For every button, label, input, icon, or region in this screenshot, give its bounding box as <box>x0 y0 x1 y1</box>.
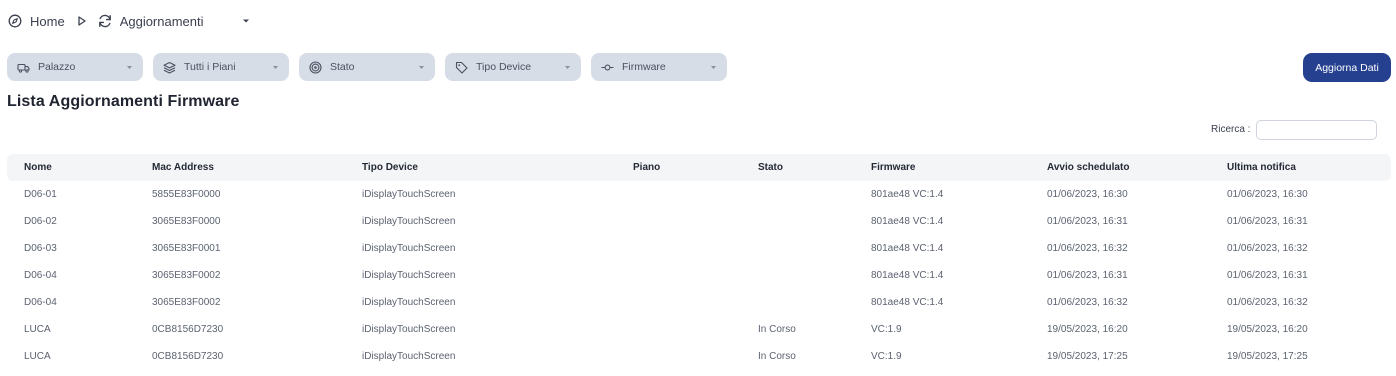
cell-nome: D06-03 <box>24 243 57 254</box>
cell-mac-address: 3065E83F0002 <box>152 297 221 308</box>
cell-mac-address: 3065E83F0000 <box>152 216 221 227</box>
firmware-updates-table: Nome Mac Address Tipo Device Piano Stato… <box>7 154 1391 370</box>
column-header-ultima-notifica[interactable]: Ultima notifica <box>1227 154 1296 181</box>
cell-ultima-notifica: 01/06/2023, 16:31 <box>1227 216 1308 227</box>
refresh-data-button[interactable]: Aggiorna Dati <box>1303 53 1391 82</box>
cell-tipo-device: iDisplayTouchScreen <box>362 189 456 200</box>
cell-stato: In Corso <box>758 324 796 335</box>
cell-avvio-schedulato: 01/06/2023, 16:31 <box>1047 270 1128 281</box>
filter-bar: Palazzo Tutti i Piani Stato Tipo Device … <box>7 53 727 81</box>
cell-nome: LUCA <box>24 324 51 335</box>
table-row[interactable]: D06-04 3065E83F0002 iDisplayTouchScreen 801… <box>7 262 1391 289</box>
cell-tipo-device: iDisplayTouchScreen <box>362 216 456 227</box>
filter-label: Tipo Device <box>476 61 532 73</box>
filter-piani[interactable]: Tutti i Piani <box>153 53 289 81</box>
cell-ultima-notifica: 01/06/2023, 16:32 <box>1227 297 1308 308</box>
cell-tipo-device: iDisplayTouchScreen <box>362 297 456 308</box>
page-title: Lista Aggiornamenti Firmware <box>7 93 240 110</box>
tag-icon <box>455 61 468 74</box>
cell-avvio-schedulato: 01/06/2023, 16:32 <box>1047 297 1128 308</box>
breadcrumb-current: Aggiornamenti <box>119 13 204 29</box>
cell-nome: LUCA <box>24 351 51 362</box>
cell-tipo-device: iDisplayTouchScreen <box>362 270 456 281</box>
cell-mac-address: 5855E83F0000 <box>152 189 221 200</box>
cell-ultima-notifica: 01/06/2023, 16:30 <box>1227 189 1308 200</box>
cell-avvio-schedulato: 01/06/2023, 16:30 <box>1047 189 1128 200</box>
table-row[interactable]: D06-03 3065E83F0001 iDisplayTouchScreen 801… <box>7 235 1391 262</box>
refresh-icon <box>97 13 113 29</box>
cell-tipo-device: iDisplayTouchScreen <box>362 351 456 362</box>
cell-tipo-device: iDisplayTouchScreen <box>362 243 456 254</box>
table-body: D06-01 5855E83F0000 iDisplayTouchScreen 801… <box>7 181 1391 370</box>
chevron-down-icon <box>564 65 571 70</box>
column-header-mac-address[interactable]: Mac Address <box>152 154 214 181</box>
cell-firmware: 801ae48 VC:1.4 <box>871 297 944 308</box>
cell-nome: D06-04 <box>24 297 57 308</box>
cell-nome: D06-04 <box>24 270 57 281</box>
cell-ultima-notifica: 01/06/2023, 16:31 <box>1227 270 1308 281</box>
breadcrumb: Home Aggiornamenti <box>8 12 250 30</box>
filter-firmware[interactable]: Firmware <box>591 53 727 81</box>
chevron-down-icon <box>126 65 133 70</box>
target-icon <box>309 60 322 74</box>
table-row[interactable]: D06-01 5855E83F0000 iDisplayTouchScreen 801… <box>7 181 1391 208</box>
cell-ultima-notifica: 19/05/2023, 17:25 <box>1227 351 1308 362</box>
cell-mac-address: 3065E83F0002 <box>152 270 221 281</box>
cell-firmware: VC:1.9 <box>871 324 902 335</box>
chevron-down-icon <box>710 65 717 70</box>
cell-avvio-schedulato: 19/05/2023, 16:20 <box>1047 324 1128 335</box>
chevron-down-icon[interactable] <box>242 18 250 24</box>
table-row[interactable]: D06-04 3065E83F0002 iDisplayTouchScreen 801… <box>7 289 1391 316</box>
truck-icon <box>17 61 30 74</box>
chevron-down-icon <box>418 65 425 70</box>
column-header-firmware[interactable]: Firmware <box>871 154 915 181</box>
commit-icon <box>601 61 614 74</box>
breadcrumb-home-link[interactable]: Home <box>30 14 65 29</box>
filter-stato[interactable]: Stato <box>299 53 435 81</box>
column-header-piano[interactable]: Piano <box>633 154 660 181</box>
cell-firmware: VC:1.9 <box>871 351 902 362</box>
layers-icon <box>163 61 176 74</box>
cell-nome: D06-02 <box>24 216 57 227</box>
cell-mac-address: 0CB8156D7230 <box>152 324 224 335</box>
compass-icon[interactable] <box>8 14 22 28</box>
cell-avvio-schedulato: 01/06/2023, 16:31 <box>1047 216 1128 227</box>
cell-ultima-notifica: 01/06/2023, 16:32 <box>1227 243 1308 254</box>
breadcrumb-separator-icon <box>77 15 87 27</box>
column-header-stato[interactable]: Stato <box>758 154 783 181</box>
chevron-down-icon <box>272 65 279 70</box>
column-header-tipo-device[interactable]: Tipo Device <box>362 154 418 181</box>
cell-mac-address: 0CB8156D7230 <box>152 351 224 362</box>
cell-tipo-device: iDisplayTouchScreen <box>362 324 456 335</box>
cell-stato: In Corso <box>758 351 796 362</box>
table-header: Nome Mac Address Tipo Device Piano Stato… <box>7 154 1391 181</box>
cell-avvio-schedulato: 19/05/2023, 17:25 <box>1047 351 1128 362</box>
table-row[interactable]: LUCA 0CB8156D7230 iDisplayTouchScreen In Co… <box>7 316 1391 343</box>
column-header-nome[interactable]: Nome <box>24 154 52 181</box>
cell-avvio-schedulato: 01/06/2023, 16:32 <box>1047 243 1128 254</box>
filter-palazzo[interactable]: Palazzo <box>7 53 143 81</box>
cell-nome: D06-01 <box>24 189 57 200</box>
filter-tipo-device[interactable]: Tipo Device <box>445 53 581 81</box>
filter-label: Tutti i Piani <box>184 61 236 73</box>
column-header-avvio-schedulato[interactable]: Avvio schedulato <box>1047 154 1129 181</box>
filter-label: Palazzo <box>38 61 76 73</box>
filter-label: Firmware <box>622 61 666 73</box>
table-row[interactable]: LUCA 0CB8156D7230 iDisplayTouchScreen In Co… <box>7 343 1391 370</box>
search-label: Ricerca : <box>1211 124 1251 135</box>
search-input[interactable] <box>1256 120 1377 140</box>
cell-ultima-notifica: 19/05/2023, 16:20 <box>1227 324 1308 335</box>
filter-label: Stato <box>330 61 355 73</box>
cell-mac-address: 3065E83F0001 <box>152 243 221 254</box>
table-row[interactable]: D06-02 3065E83F0000 iDisplayTouchScreen 801… <box>7 208 1391 235</box>
cell-firmware: 801ae48 VC:1.4 <box>871 243 944 254</box>
cell-firmware: 801ae48 VC:1.4 <box>871 189 944 200</box>
cell-firmware: 801ae48 VC:1.4 <box>871 270 944 281</box>
cell-firmware: 801ae48 VC:1.4 <box>871 216 944 227</box>
